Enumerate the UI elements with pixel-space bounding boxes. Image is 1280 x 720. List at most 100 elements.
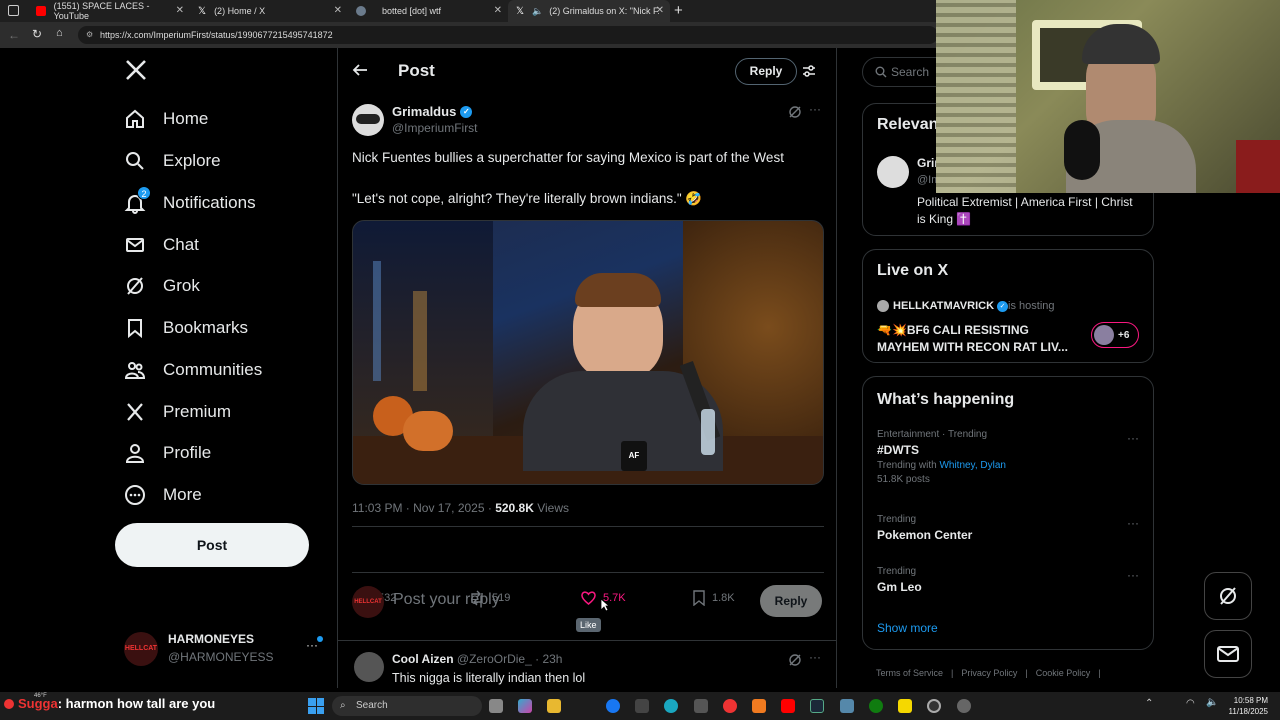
sidebar-item-bookmarks[interactable]: Bookmarks	[124, 314, 248, 342]
page-title: Post	[398, 61, 435, 80]
show-more-link[interactable]: Show more	[877, 621, 938, 635]
author-handle[interactable]: @ImperiumFirst	[392, 121, 478, 135]
calculator-icon[interactable]	[694, 699, 708, 713]
site-info-icon[interactable]: ⚙	[86, 26, 93, 44]
sidebar-item-chat[interactable]: Chat	[124, 231, 199, 259]
more-dots-icon[interactable]: ···	[306, 638, 318, 652]
tab-grimaldus[interactable]: 𝕏 🔈 (2) Grimaldus on X: "Nick F... ✕	[508, 0, 670, 22]
footer-cookie[interactable]: Cookie Policy	[1036, 668, 1091, 678]
more-dots-icon[interactable]: ···	[809, 102, 821, 116]
trend-item[interactable]: Trending Gm Leo	[877, 566, 922, 594]
tab-botted[interactable]: botted [dot] wtf ✕	[348, 0, 508, 22]
home-icon	[124, 108, 146, 130]
bell-icon: 2	[124, 186, 151, 214]
sidebar-item-more[interactable]: More	[124, 481, 202, 509]
tab-x-home[interactable]: 𝕏 (2) Home / X ✕	[190, 0, 348, 22]
trend-item[interactable]: Entertainment · Trending #DWTS Trending …	[877, 429, 1006, 485]
tab-youtube[interactable]: (1551) SPACE LACES - YouTube ✕	[28, 0, 190, 22]
sidebar-item-premium[interactable]: Premium	[124, 398, 231, 426]
author-name[interactable]: Grimaldus ✓	[392, 104, 473, 119]
steam-icon[interactable]	[810, 699, 824, 713]
close-icon[interactable]: ✕	[334, 5, 342, 16]
chrome-icon[interactable]	[723, 699, 737, 713]
grok-icon[interactable]	[788, 653, 802, 667]
close-icon[interactable]: ✕	[494, 5, 502, 16]
trend-category: Trending	[877, 566, 917, 577]
more-dots-icon[interactable]: ···	[1127, 568, 1139, 582]
app-icon[interactable]	[840, 699, 854, 713]
sidebar-item-profile[interactable]: Profile	[124, 439, 211, 467]
more-dots-icon[interactable]: ···	[809, 650, 821, 664]
sticky-notes-icon[interactable]	[898, 699, 912, 713]
account-name: HARMONEYES	[168, 632, 255, 646]
wifi-icon[interactable]: ◠	[1186, 698, 1195, 709]
messages-float-button[interactable]	[1204, 630, 1252, 678]
post-timestamp[interactable]: 11:03 PM · Nov 17, 2025 ·	[352, 501, 495, 515]
obs-icon[interactable]	[927, 699, 941, 713]
youtube-icon[interactable]	[781, 699, 795, 713]
xbox-icon[interactable]	[869, 699, 883, 713]
grok-float-button[interactable]	[1204, 572, 1252, 620]
sliders-icon[interactable]	[802, 64, 816, 78]
close-icon[interactable]: ✕	[176, 5, 184, 16]
post-video[interactable]: AF	[352, 220, 824, 485]
sidebar-item-notifications[interactable]: 2 Notifications	[124, 186, 256, 217]
tray-chevron-icon[interactable]: ⌃	[1145, 698, 1153, 709]
x-logo-icon[interactable]	[124, 58, 150, 84]
avatar[interactable]	[352, 104, 384, 136]
back-icon[interactable]: ←	[8, 28, 20, 42]
window-menu-icon[interactable]	[8, 5, 19, 16]
reply-header: Cool Aizen @ZeroOrDie_ · 23h	[392, 652, 562, 666]
reply-submit-button[interactable]: Reply	[760, 585, 822, 617]
clock[interactable]: 10:58 PM 11/18/2025	[1222, 695, 1268, 717]
bookmark-action[interactable]: 1.8K	[692, 590, 735, 606]
more-dots-icon[interactable]: ···	[1127, 516, 1139, 530]
reload-icon[interactable]: ↻	[32, 27, 42, 41]
post-button[interactable]: Post	[115, 523, 309, 567]
reply-time[interactable]: · 23h	[535, 652, 562, 666]
avatar[interactable]	[354, 652, 384, 682]
post-meta: 11:03 PM · Nov 17, 2025 · 520.8K Views	[352, 501, 569, 515]
back-arrow-icon[interactable]	[352, 62, 368, 78]
footer-privacy[interactable]: Privacy Policy	[961, 668, 1017, 678]
copilot-icon[interactable]	[518, 699, 532, 713]
facebook-icon[interactable]	[606, 699, 620, 713]
start-button[interactable]	[308, 698, 324, 714]
sidebar-item-grok[interactable]: Grok	[124, 272, 200, 300]
views-count: 520.8K	[495, 501, 534, 515]
taskbar-search[interactable]: ⌕ Search	[332, 696, 482, 716]
edge-icon[interactable]	[664, 699, 678, 713]
sidebar-item-home[interactable]: Home	[124, 105, 208, 133]
avatar[interactable]	[877, 156, 909, 188]
new-tab-button[interactable]: +	[674, 2, 683, 19]
account-switcher[interactable]: HELLCAT HARMONEYES @HARMONEYESS ···	[124, 630, 324, 666]
reply-author[interactable]: Cool Aizen	[392, 652, 454, 666]
grok-icon[interactable]	[788, 105, 802, 119]
more-dots-icon[interactable]: ···	[1127, 431, 1139, 445]
footer-terms[interactable]: Terms of Service	[876, 668, 943, 678]
reply-input[interactable]: Post your reply	[393, 591, 693, 609]
file-explorer-icon[interactable]	[547, 699, 561, 713]
home-icon[interactable]: ⌂	[56, 27, 63, 39]
close-icon[interactable]: ✕	[656, 5, 664, 16]
live-stream-title[interactable]: 🔫💥BF6 CALI RESISTING MAYHEM WITH RECON R…	[877, 322, 1077, 356]
app-icon[interactable]	[752, 699, 766, 713]
sidebar-item-label: Bookmarks	[163, 318, 249, 337]
header-reply-button[interactable]: Reply	[735, 58, 797, 85]
live-listeners[interactable]: +6	[1091, 322, 1139, 348]
reply-handle[interactable]: @ZeroOrDie_	[457, 652, 532, 666]
trend-with-names[interactable]: Whitney, Dylan	[939, 460, 1006, 471]
address-bar[interactable]: ⚙ https://x.com/ImperiumFirst/status/199…	[78, 26, 938, 44]
volume-icon[interactable]: 🔈	[1206, 697, 1218, 708]
amazon-icon[interactable]	[635, 699, 649, 713]
speaker-icon[interactable]: 🔈	[532, 6, 543, 17]
weather-widget[interactable]: 46°F	[34, 693, 47, 699]
taskbar-search-label: Search	[356, 700, 388, 711]
live-host[interactable]: HELLKATMAVRICK ✓ is hosting	[877, 300, 1055, 312]
task-view-icon[interactable]	[489, 699, 503, 713]
trend-item[interactable]: Trending Pokemon Center	[877, 514, 972, 542]
sidebar-item-explore[interactable]: Explore	[124, 147, 221, 175]
settings-icon[interactable]	[957, 699, 971, 713]
avatar	[877, 300, 889, 312]
sidebar-item-communities[interactable]: Communities	[124, 356, 262, 384]
